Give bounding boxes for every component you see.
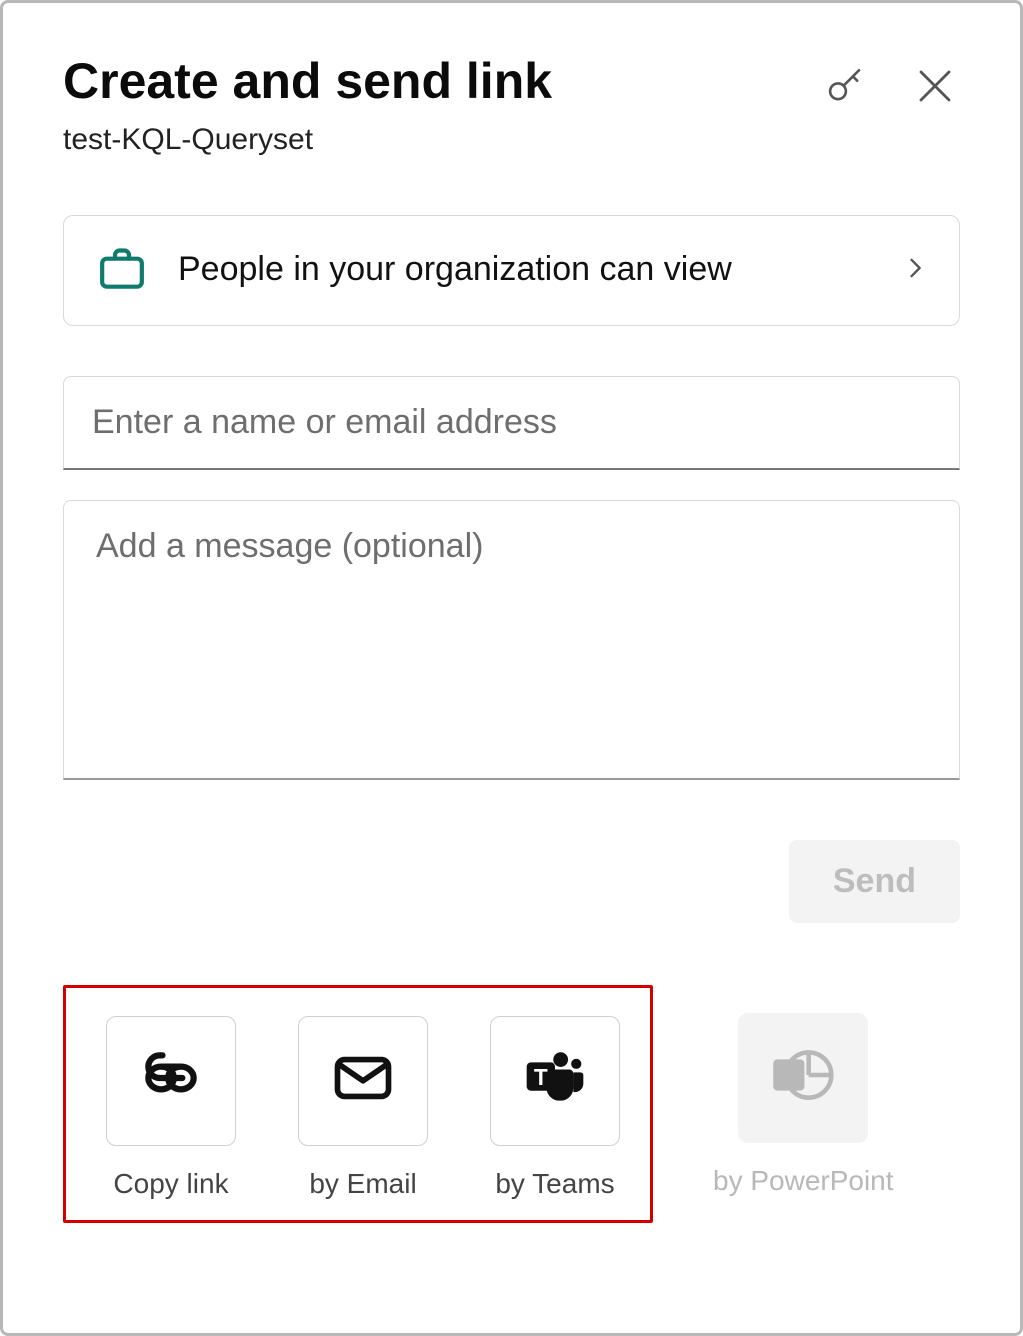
- close-icon: [914, 65, 956, 110]
- powerpoint-icon: P: [769, 1041, 837, 1114]
- svg-text:T: T: [534, 1064, 548, 1090]
- permission-settings-row[interactable]: People in your organization can view: [63, 215, 960, 326]
- recipient-input[interactable]: [63, 376, 960, 470]
- teams-label: by Teams: [495, 1168, 614, 1200]
- briefcase-icon: [94, 240, 150, 301]
- close-button[interactable]: [910, 61, 960, 114]
- powerpoint-button[interactable]: P: [738, 1013, 868, 1143]
- svg-text:P: P: [781, 1063, 797, 1090]
- teams-icon: T: [521, 1044, 589, 1117]
- teams-button[interactable]: T: [490, 1016, 620, 1146]
- link-icon: [137, 1044, 205, 1117]
- permission-text: People in your organization can view: [178, 247, 873, 293]
- send-row: Send: [63, 840, 960, 923]
- powerpoint-label: by PowerPoint: [713, 1165, 894, 1197]
- email-button[interactable]: [298, 1016, 428, 1146]
- copy-link-label: Copy link: [113, 1168, 228, 1200]
- teams-option[interactable]: T by Teams: [490, 1016, 620, 1200]
- share-dialog: Create and send link test-KQL-Queryset: [0, 0, 1023, 1336]
- permissions-key-button[interactable]: [820, 61, 870, 114]
- share-options-row: Copy link by Email: [63, 985, 960, 1223]
- dialog-header: Create and send link test-KQL-Queryset: [63, 53, 960, 157]
- send-button[interactable]: Send: [789, 840, 960, 923]
- message-input[interactable]: [63, 500, 960, 780]
- header-actions: [820, 61, 960, 114]
- highlighted-share-options: Copy link by Email: [63, 985, 653, 1223]
- key-icon: [824, 65, 866, 110]
- dialog-title: Create and send link: [63, 53, 820, 111]
- item-name: test-KQL-Queryset: [63, 123, 820, 157]
- title-block: Create and send link test-KQL-Queryset: [63, 53, 820, 157]
- powerpoint-option[interactable]: P by PowerPoint: [713, 985, 894, 1197]
- chevron-right-icon: [901, 254, 929, 287]
- copy-link-button[interactable]: [106, 1016, 236, 1146]
- mail-icon: [329, 1044, 397, 1117]
- email-label: by Email: [309, 1168, 416, 1200]
- email-option[interactable]: by Email: [298, 1016, 428, 1200]
- copy-link-option[interactable]: Copy link: [106, 1016, 236, 1200]
